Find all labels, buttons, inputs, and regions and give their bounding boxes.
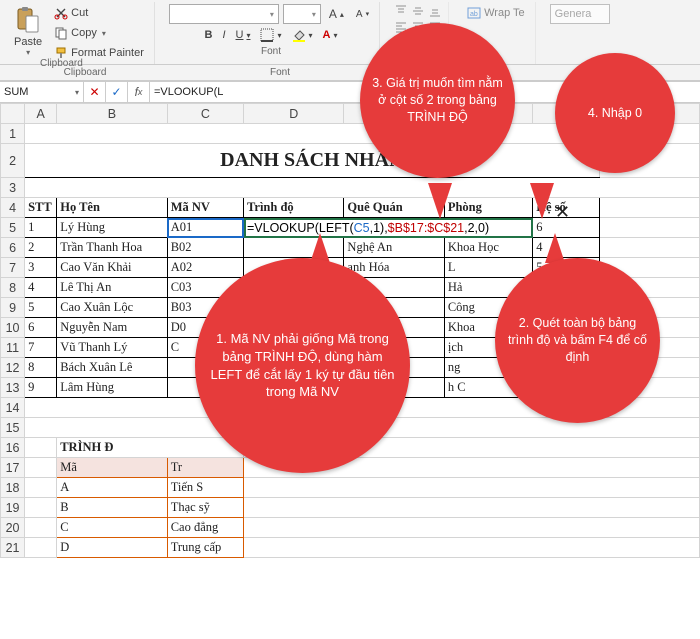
hdr-stt: STT (25, 198, 57, 218)
col-C[interactable]: C (167, 104, 243, 124)
alignment-group (388, 2, 449, 64)
col-H[interactable]: H (599, 104, 700, 124)
font-group-label: Font (261, 44, 281, 59)
clipboard-group-label: Clipboard (40, 56, 83, 71)
col-F[interactable]: F (444, 104, 532, 124)
italic-button[interactable]: I (218, 27, 229, 43)
paste-button[interactable]: Paste ▾ (10, 4, 46, 59)
page-title: DANH SÁCH NHÂN (25, 144, 599, 178)
font-group: ▾ ▾ A▴ A▾ B I U▾ ▾ ▾ A▾ Font (163, 2, 380, 64)
column-headers[interactable]: A B C D E F G H (1, 104, 700, 124)
table-row: 106Nguyễn NamD0Khoa (1, 318, 700, 338)
fill-icon (292, 28, 306, 42)
bold-button[interactable]: B (201, 27, 217, 43)
align-left-icon[interactable] (394, 20, 408, 34)
row-3[interactable]: 3 (1, 178, 25, 198)
border-button[interactable]: ▾ (256, 26, 285, 44)
col-G[interactable]: G (533, 104, 599, 124)
table-row: 117Vũ Thanh LýCịch (1, 338, 700, 358)
font-face-dropdown[interactable]: ▾ (169, 4, 279, 24)
align-bottom-icon[interactable] (428, 4, 442, 18)
select-all[interactable] (1, 104, 25, 124)
fx-button[interactable]: fx (128, 82, 150, 102)
table-row: 62Trần Thanh HoaB02Nghệ AnKhoa Học4 (1, 238, 700, 258)
trinhdo-head-ma: Mã (57, 458, 167, 478)
hdr-manv: Mã NV (167, 198, 243, 218)
paste-label: Paste (14, 36, 42, 48)
number-format-dropdown[interactable]: Genera (550, 4, 610, 24)
clipboard-group: Paste ▾ Cut Copy▾ Format Painter (4, 2, 155, 64)
row-2[interactable]: 2 (1, 144, 25, 178)
row-4[interactable]: 4 (1, 198, 25, 218)
wrap-text-button[interactable]: abWrap Te (463, 4, 529, 22)
worksheet[interactable]: A B C D E F G H 1 2DANH SÁCH NHÂN 3 4 ST… (0, 103, 700, 558)
cut-icon (54, 6, 68, 20)
fill-color-button[interactable]: ▾ (288, 26, 317, 44)
name-box[interactable]: SUM▾ (0, 82, 84, 102)
table-row: 5 1 Lý Hùng A01 =VLOOKUP(LEFT(C5,1),$B$1… (1, 218, 700, 238)
underline-button[interactable]: U▾ (232, 27, 255, 43)
svg-text:ab: ab (470, 11, 478, 18)
table-row: 139Lâm Hùngh C (1, 378, 700, 398)
table-row: 84Lê Thị AnC03Hả (1, 278, 700, 298)
wrap-group: abWrap Te (457, 2, 536, 64)
col-B[interactable]: B (57, 104, 167, 124)
cut-button[interactable]: Cut (50, 4, 148, 22)
trinhdo-title: TRÌNH Đ (57, 438, 244, 458)
align-center-icon[interactable] (411, 20, 425, 34)
border-icon (260, 28, 274, 42)
formula-bar: SUM▾ ✕ ✓ fx =VLOOKUP(L (0, 81, 700, 103)
copy-icon (54, 26, 68, 40)
copy-button[interactable]: Copy▾ (50, 24, 148, 42)
hdr-heso: Hệ số (533, 198, 599, 218)
ribbon: Paste ▾ Cut Copy▾ Format Painter Clipboa… (0, 0, 700, 65)
hdr-hoten: Họ Tên (57, 198, 167, 218)
trinhdo-head-tr: Tr (167, 458, 243, 478)
align-top-icon[interactable] (394, 4, 408, 18)
table-row: 95Cao Xuân LộcB03Công (1, 298, 700, 318)
table-header-row: 4 STT Họ Tên Mã NV Trình độ Quê Quán Phò… (1, 198, 700, 218)
paste-icon (15, 6, 41, 36)
decrease-font-button[interactable]: A▾ (352, 7, 373, 22)
table-row: 73Cao Văn KhảiA02anh HóaL5 (1, 258, 700, 278)
font-size-dropdown[interactable]: ▾ (283, 4, 321, 24)
confirm-edit-button[interactable]: ✓ (106, 82, 128, 102)
cancel-edit-button[interactable]: ✕ (84, 82, 106, 102)
formula-input[interactable]: =VLOOKUP(L (150, 82, 700, 102)
increase-font-button[interactable]: A▴ (325, 5, 348, 23)
clipboard-label-row: Clipboard (0, 65, 170, 80)
row-1[interactable]: 1 (1, 124, 25, 144)
col-D[interactable]: D (244, 104, 344, 124)
active-cell[interactable]: =VLOOKUP(LEFT(C5,1),$B$17:$C$21,2,0) (244, 218, 533, 238)
table-row: 128Bách Xuân Lêng (1, 358, 700, 378)
font-label-row: Font (170, 65, 390, 80)
font-color-button[interactable]: A▾ (319, 27, 342, 43)
col-A[interactable]: A (25, 104, 57, 124)
align-middle-icon[interactable] (411, 4, 425, 18)
hdr-phong: Phòng (444, 198, 532, 218)
align-right-icon[interactable] (428, 20, 442, 34)
hdr-trinhdo: Trình độ (244, 198, 344, 218)
hdr-quequan: Quê Quán (344, 198, 444, 218)
col-E[interactable]: E (344, 104, 444, 124)
wrap-icon: ab (467, 6, 481, 20)
number-group: Genera (544, 2, 616, 64)
